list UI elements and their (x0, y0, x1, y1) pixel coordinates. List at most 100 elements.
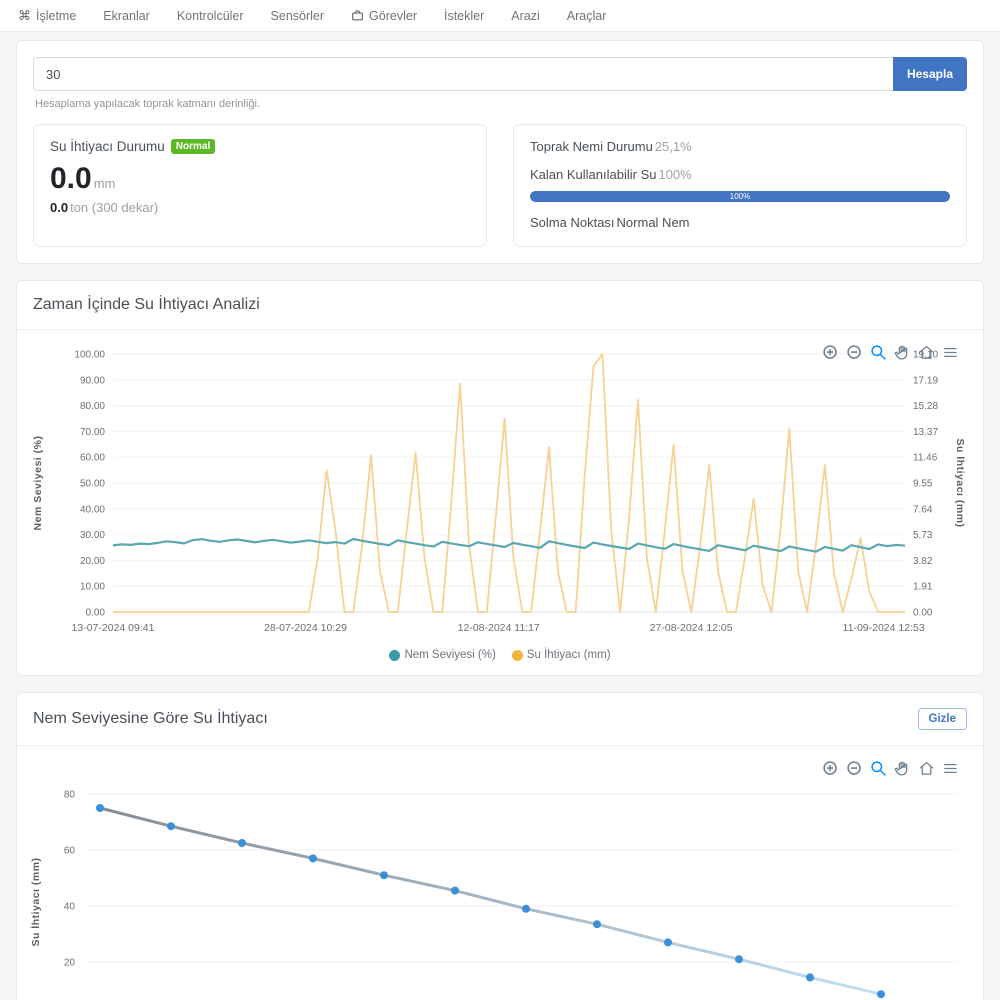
nav-item-label: Kontrolcüler (177, 9, 244, 23)
legend-dot (512, 650, 523, 661)
menu-icon[interactable] (942, 760, 959, 777)
water-need-ton-unit: ton (300 dekar) (70, 200, 158, 215)
y-right-tick-label: 0.00 (913, 608, 933, 619)
y-tick-label: 20 (64, 958, 76, 969)
menu-icon[interactable] (942, 344, 959, 361)
legend-label: Su İhtiyacı (mm) (527, 649, 611, 661)
y-right-tick-label: 1.91 (913, 582, 933, 593)
y-tick-label: 60 (64, 846, 76, 857)
wilting-point-label: Solma Noktası (530, 215, 615, 230)
water-need-curve (100, 808, 881, 994)
data-point-marker[interactable] (238, 839, 246, 847)
x-tick-label: 27-08-2024 12:05 (650, 622, 733, 634)
top-navbar: ⌘ İşletme Ekranlar Kontrolcüler Sensörle… (0, 0, 1000, 32)
y-right-tick-label: 15.28 (913, 401, 938, 412)
chart2-toolbar (822, 760, 959, 777)
depth-helper-text: Hesaplama yapılacak toprak katmanı derin… (35, 98, 965, 110)
y-left-tick-label: 80.00 (80, 401, 105, 412)
nav-item-label: Ekranlar (103, 9, 150, 23)
y-right-tick-label: 17.19 (913, 375, 938, 386)
zoom-in-icon[interactable] (822, 344, 839, 361)
chart1-title: Zaman İçinde Su İhtiyacı Analizi (33, 296, 260, 314)
calculate-button[interactable]: Hesapla (893, 57, 967, 91)
y-right-tick-label: 7.64 (913, 504, 933, 515)
data-point-marker[interactable] (167, 822, 175, 830)
depth-input-group: Hesapla (33, 57, 967, 91)
y-left-tick-label: 90.00 (80, 375, 105, 386)
home-icon[interactable] (918, 760, 935, 777)
moisture-water-line-chart[interactable]: 80604020Su İhtiyacı (mm) (25, 772, 965, 1000)
x-tick-label: 12-08-2024 11:17 (458, 622, 540, 634)
data-point-marker[interactable] (96, 804, 104, 812)
available-water-value: 100% (658, 167, 691, 182)
nav-item-kontrolculer[interactable]: Kontrolcüler (177, 9, 244, 23)
pan-icon[interactable] (894, 760, 911, 777)
available-water-progress-bar: 100% (530, 191, 950, 202)
data-point-marker[interactable] (806, 973, 814, 981)
data-point-marker[interactable] (380, 871, 388, 879)
available-water-progress: 100% (530, 191, 950, 202)
data-point-marker[interactable] (664, 938, 672, 946)
data-point-marker[interactable] (451, 887, 459, 895)
legend-item[interactable]: Su İhtiyacı (mm) (512, 649, 611, 661)
command-icon: ⌘ (18, 8, 31, 24)
moisture-series-line (113, 539, 905, 552)
home-icon[interactable] (918, 344, 935, 361)
y-left-tick-label: 70.00 (80, 427, 105, 438)
nav-item-label: İstekler (444, 9, 484, 23)
water-need-analysis-card: Zaman İçinde Su İhtiyacı Analizi 100.001… (16, 280, 984, 676)
nav-item-isletme[interactable]: ⌘ İşletme (18, 8, 76, 24)
water-need-value: 0.0 (50, 164, 92, 194)
y-left-tick-label: 30.00 (80, 530, 105, 541)
legend-label: Nem Seviyesi (%) (404, 649, 495, 661)
nav-item-ekranlar[interactable]: Ekranlar (103, 9, 150, 23)
nav-item-arazi[interactable]: Arazi (511, 9, 539, 23)
y-left-tick-label: 40.00 (80, 504, 105, 515)
soil-depth-calculator-card: Hesapla Hesaplama yapılacak toprak katma… (16, 40, 984, 264)
y-left-tick-label: 50.00 (80, 479, 105, 490)
y-right-tick-label: 9.55 (913, 479, 933, 490)
y-left-tick-label: 10.00 (80, 582, 105, 593)
data-point-marker[interactable] (593, 920, 601, 928)
zoom-out-icon[interactable] (846, 760, 863, 777)
x-tick-label: 13-07-2024 09:41 (72, 622, 155, 634)
nav-item-label: Sensörler (271, 9, 325, 23)
x-tick-label: 11-09-2024 12:53 (843, 622, 925, 634)
legend-item[interactable]: Nem Seviyesi (%) (389, 649, 495, 661)
y-right-tick-label: 11.46 (913, 453, 938, 464)
water-need-by-moisture-card: Nem Seviyesine Göre Su İhtiyacı Gizle (16, 692, 984, 1000)
zoom-out-icon[interactable] (846, 344, 863, 361)
soil-moisture-label: Toprak Nemi Durumu (530, 139, 653, 154)
depth-input[interactable] (33, 57, 893, 91)
water-need-status-card: Su İhtiyacı Durumu Normal 0.0 mm 0.0 ton… (33, 124, 487, 247)
zoom-in-icon[interactable] (822, 760, 839, 777)
data-point-marker[interactable] (877, 990, 885, 998)
pan-icon[interactable] (894, 344, 911, 361)
selection-zoom-icon[interactable] (870, 344, 887, 361)
status-badge: Normal (171, 139, 215, 154)
y-right-tick-label: 13.37 (913, 427, 938, 438)
selection-zoom-icon[interactable] (870, 760, 887, 777)
water-need-unit: mm (94, 176, 116, 191)
chart1-area: 100.0019.1090.0017.1980.0015.2870.0013.3… (17, 330, 983, 675)
water-need-title: Su İhtiyacı Durumu (50, 139, 165, 154)
nav-item-label: İşletme (36, 9, 76, 23)
y-left-tick-label: 20.00 (80, 556, 105, 567)
data-point-marker[interactable] (522, 905, 530, 913)
wilting-point-value: Normal Nem (617, 215, 690, 230)
y-axis-title: Su İhtiyacı (mm) (29, 857, 42, 946)
y-right-tick-label: 3.82 (913, 556, 933, 567)
nav-item-araclar[interactable]: Araçlar (567, 9, 607, 23)
nav-item-sensorler[interactable]: Sensörler (271, 9, 325, 23)
data-point-marker[interactable] (735, 955, 743, 963)
nav-item-gorevler[interactable]: Görevler (351, 9, 417, 23)
dual-axis-line-chart[interactable]: 100.0019.1090.0017.1980.0015.2870.0013.3… (25, 342, 965, 642)
nav-item-istekler[interactable]: İstekler (444, 9, 484, 23)
status-row: Su İhtiyacı Durumu Normal 0.0 mm 0.0 ton… (33, 124, 967, 247)
briefcase-icon (351, 9, 364, 22)
y-left-tick-label: 60.00 (80, 453, 105, 464)
x-tick-label: 28-07-2024 10:29 (264, 622, 347, 634)
data-point-marker[interactable] (309, 854, 317, 862)
hide-button[interactable]: Gizle (918, 708, 967, 730)
soil-moisture-status-card: Toprak Nemi Durumu 25,1% Kalan Kullanıla… (513, 124, 967, 247)
